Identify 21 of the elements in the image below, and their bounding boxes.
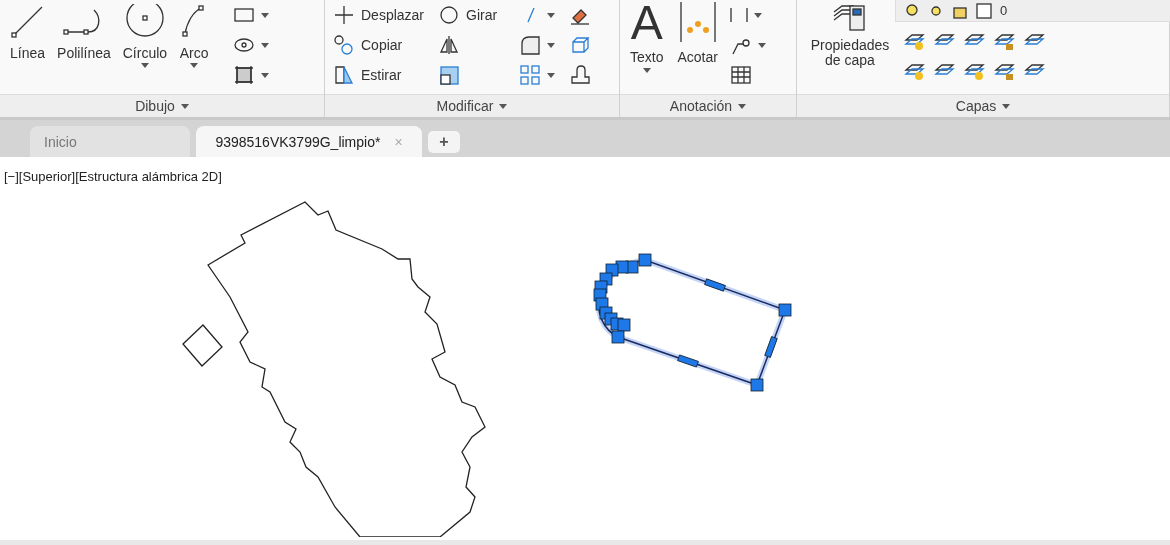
viewport-label[interactable]: [−][Superior][Estructura alámbrica 2D] — [4, 169, 222, 184]
panel-title[interactable]: Capas — [797, 94, 1169, 117]
stretch-button[interactable]: Estirar — [331, 60, 427, 90]
draw-tool-button[interactable]: Línea — [6, 0, 50, 71]
draw-tool-button[interactable]: Polilínea — [53, 0, 115, 71]
panel-title[interactable]: Modificar — [325, 94, 619, 117]
draw-tool-button[interactable]: Círculo — [118, 0, 172, 71]
dimension-tool-button[interactable]: Acotar — [673, 0, 722, 77]
new-tab-button[interactable]: + — [428, 131, 460, 153]
document-tab[interactable]: Inicio — [30, 126, 190, 157]
layer-name: 0 — [1000, 3, 1008, 18]
panel-title[interactable]: Dibujo — [0, 94, 324, 117]
copy-button[interactable]: Copiar — [331, 30, 427, 60]
move-button[interactable]: Desplazar — [331, 0, 427, 30]
layer-properties-button[interactable]: Propiedades de capa — [803, 0, 897, 68]
rotate-button[interactable]: Girar — [436, 0, 500, 30]
draw-tool-button[interactable]: Arco — [175, 0, 214, 71]
panel-title[interactable]: Anotación — [620, 94, 796, 117]
document-tab[interactable]: 9398516VK3799G_limpio* × — [196, 126, 422, 157]
layer-dropdown[interactable]: 0 — [895, 0, 1170, 22]
text-tool-button[interactable]: A Texto — [626, 0, 668, 77]
